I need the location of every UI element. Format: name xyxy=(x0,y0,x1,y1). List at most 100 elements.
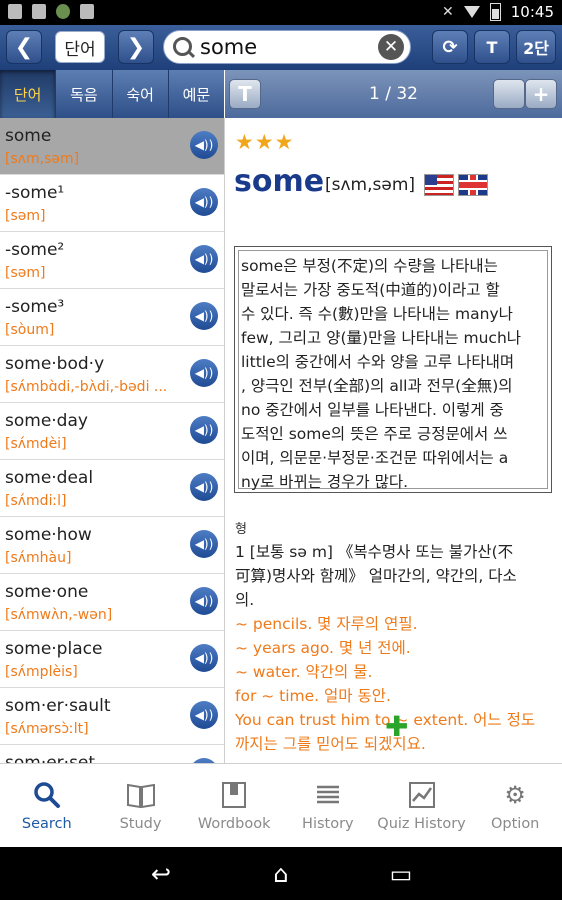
nav-search[interactable]: Search xyxy=(0,764,94,848)
search-input[interactable] xyxy=(200,34,370,60)
search-icon xyxy=(32,780,62,810)
refresh-button[interactable]: ⟳ xyxy=(432,30,468,64)
list-pron: [sʌ́mwʌ̀n,-wən] xyxy=(5,607,113,623)
nav-label: Study xyxy=(119,816,162,832)
book-icon xyxy=(126,780,156,810)
speaker-icon[interactable]: ◀)) xyxy=(190,188,218,216)
list-item[interactable]: some·how [sʌ́mhàu] ◀)) xyxy=(0,517,224,574)
tab-reading[interactable]: 독음 xyxy=(56,70,113,118)
speaker-icon[interactable]: ◀)) xyxy=(190,701,218,729)
nav-study[interactable]: Study xyxy=(94,764,188,848)
clear-icon[interactable]: ✕ xyxy=(378,34,404,60)
example-line: ~ pencils. 몇 자루의 연필. xyxy=(235,615,418,633)
speaker-icon[interactable]: ◀)) xyxy=(190,302,218,330)
list-pron: [sʌ́mərsɔ̀ːlt] xyxy=(5,721,89,737)
note-line: few, 그리고 양(量)만을 나타내는 much나 xyxy=(241,329,522,347)
speaker-icon[interactable]: ◀)) xyxy=(190,587,218,615)
tab-word[interactable]: 단어 xyxy=(0,70,57,118)
note-line: , 양극인 전부(全部)의 all과 전무(全無)의 xyxy=(241,377,513,395)
list-word: some·how xyxy=(5,525,92,545)
gear-icon: ⚙ xyxy=(504,781,526,809)
back-nav-icon[interactable]: ↩ xyxy=(144,860,178,888)
list-item[interactable]: -some² [səm] ◀)) xyxy=(0,232,224,289)
list-pron: [sʌ́mdèi] xyxy=(5,436,67,452)
list-item[interactable]: som·er·set◀)) xyxy=(0,745,224,763)
search-icon xyxy=(173,37,192,56)
clock: 10:45 xyxy=(510,3,554,21)
speaker-icon[interactable]: ◀)) xyxy=(190,473,218,501)
wordbook-icon xyxy=(219,780,249,810)
add-plus-icon[interactable]: ✚ xyxy=(385,710,408,743)
note-line: little의 중간에서 수와 양을 고루 나타내며 xyxy=(241,353,515,371)
frequency-stars: ★★★ xyxy=(235,130,295,154)
bottom-nav: Search Study Wordbook History Quiz Histo… xyxy=(0,763,562,848)
battery-icon xyxy=(489,3,501,21)
entry-pronunciation: [sʌm,səm] xyxy=(325,175,416,195)
note-line: 수 있다. 즉 수(數)만을 나타내는 many나 xyxy=(241,305,513,323)
speaker-icon[interactable]: ◀)) xyxy=(190,416,218,444)
nav-wordbook[interactable]: Wordbook xyxy=(187,764,281,848)
list-word: some·place xyxy=(5,639,103,659)
text-search-icon: T xyxy=(486,37,498,57)
system-nav-bar: ↩ ⌂ ▭ xyxy=(0,847,562,900)
list-word: some·bod·y xyxy=(5,354,105,374)
part-of-speech: 형 xyxy=(235,522,247,537)
search-type-tabs: 단어 독음 숙어 예문 xyxy=(0,70,224,118)
list-word: some xyxy=(5,126,52,146)
window-icon[interactable] xyxy=(493,79,525,109)
nav-label: Wordbook xyxy=(197,816,271,832)
list-pron: [sʌ́mhàu] xyxy=(5,550,72,566)
uk-flag-icon[interactable] xyxy=(458,174,488,196)
list-item[interactable]: some·bod·y [sʌ́mbɑ̀di,-bʌ̀di,-bədi ... ◀)) xyxy=(0,346,224,403)
nav-history[interactable]: History xyxy=(281,764,375,848)
nav-quiz-history[interactable]: Quiz History xyxy=(375,764,469,848)
list-item[interactable]: some [sʌm,səm] ◀)) xyxy=(0,118,224,175)
list-item[interactable]: -some¹ [səm] ◀)) xyxy=(0,175,224,232)
note-line: 이며, 의문문·부정문·조건문 따위에서는 a xyxy=(241,449,509,467)
search-box[interactable]: ✕ xyxy=(163,30,411,64)
entry-headword: some xyxy=(234,164,325,199)
tab-example[interactable]: 예문 xyxy=(169,70,224,118)
two-column-button[interactable]: 2단 xyxy=(516,30,556,64)
home-nav-icon[interactable]: ⌂ xyxy=(264,860,298,888)
add-wordbook-button[interactable]: + xyxy=(525,79,557,109)
list-word: some·day xyxy=(5,411,88,431)
forward-button[interactable]: ❯ xyxy=(118,30,154,64)
history-icon xyxy=(313,780,343,810)
list-item[interactable]: some·one [sʌ́mwʌ̀n,-wən] ◀)) xyxy=(0,574,224,631)
nav-option[interactable]: ⚙ Option xyxy=(468,764,562,848)
chevron-left-icon: ❮ xyxy=(14,34,34,60)
us-flag-icon[interactable] xyxy=(424,174,454,196)
list-item[interactable]: -some³ [sòum] ◀)) xyxy=(0,289,224,346)
definition-line: 1 [보통 sə m] 《복수명사 또는 불가산(不 xyxy=(235,543,514,561)
speaker-icon[interactable]: ◀)) xyxy=(190,530,218,558)
speaker-icon[interactable]: ◀)) xyxy=(190,131,218,159)
android-icon xyxy=(56,4,70,19)
word-mode-button[interactable]: 단어 xyxy=(55,31,105,63)
definition-line: 의. xyxy=(235,591,255,609)
list-pron: [səm] xyxy=(5,208,46,224)
speaker-icon[interactable]: ◀)) xyxy=(190,644,218,672)
usage-note: some은 부정(不定)의 수량을 나타내는 말로서는 가장 중도적(中道的)이… xyxy=(234,246,552,493)
notification-icon xyxy=(32,4,46,19)
example-line: ~ water. 약간의 물. xyxy=(235,663,373,681)
plus-icon: + xyxy=(532,82,550,106)
list-item[interactable]: some·deal [sʌ́mdiːl] ◀)) xyxy=(0,460,224,517)
speaker-icon[interactable]: ◀)) xyxy=(190,245,218,273)
status-bar: ✕ 10:45 xyxy=(0,0,562,25)
mute-icon: ✕ xyxy=(442,4,454,20)
refresh-icon: ⟳ xyxy=(442,36,458,58)
download-icon-2 xyxy=(80,4,94,19)
list-item[interactable]: some·place [sʌ́mplèis] ◀)) xyxy=(0,631,224,688)
list-item[interactable]: som·er·sault [sʌ́mərsɔ̀ːlt] ◀)) xyxy=(0,688,224,745)
back-button[interactable]: ❮ xyxy=(6,30,42,64)
speaker-icon[interactable]: ◀)) xyxy=(190,359,218,387)
quiz-history-icon xyxy=(407,780,437,810)
list-pron: [sʌm,səm] xyxy=(5,151,80,167)
recents-nav-icon[interactable]: ▭ xyxy=(384,860,418,888)
list-word: -some² xyxy=(5,240,65,260)
list-item[interactable]: some·day [sʌ́mdèi] ◀)) xyxy=(0,403,224,460)
tab-idiom[interactable]: 숙어 xyxy=(113,70,169,118)
text-search-button[interactable]: T xyxy=(474,30,510,64)
note-line: some은 부정(不定)의 수량을 나타내는 xyxy=(241,257,498,275)
